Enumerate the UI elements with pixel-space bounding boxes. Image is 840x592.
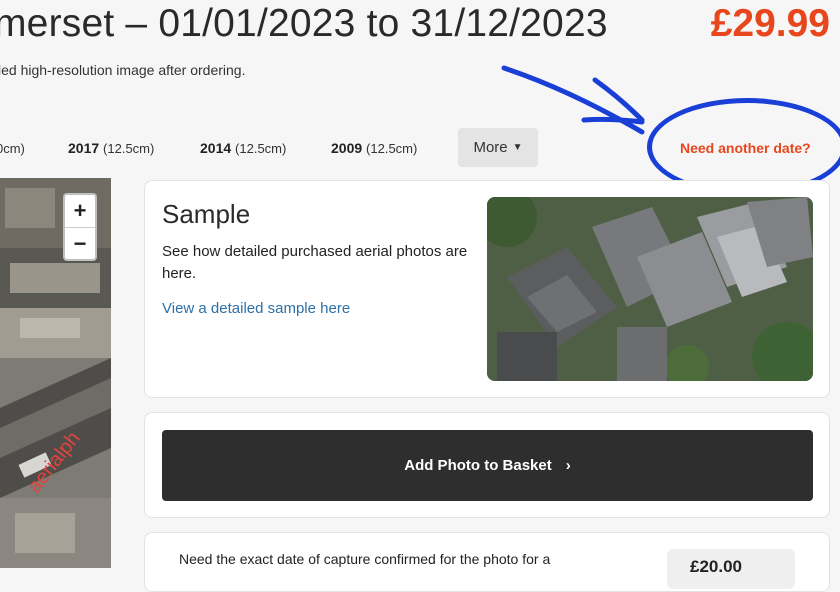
page-title: merset – 01/01/2023 to 31/12/2023 (0, 2, 608, 45)
add-to-basket-button[interactable]: Add Photo to Basket › (162, 430, 813, 501)
zoom-in-button[interactable]: + (65, 195, 95, 227)
page-subtitle: led high-resolution image after ordering… (0, 62, 246, 78)
exact-date-price: £20.00 (690, 557, 742, 576)
exact-date-text: Need the exact date of capture confirmed… (179, 551, 551, 567)
date-option-2009[interactable]: 2009 (12.5cm) (331, 140, 417, 156)
sample-title: Sample (162, 199, 251, 229)
exact-date-card: Need the exact date of capture confirmed… (144, 532, 830, 592)
sample-card: Sample See how detailed purchased aerial… (144, 180, 830, 398)
chevron-right-icon: › (565, 457, 571, 474)
date-option-2014[interactable]: 2014 (12.5cm) (200, 140, 286, 156)
date-option-1[interactable]: 0cm) (0, 140, 25, 156)
caret-down-icon: ▼ (512, 142, 523, 153)
more-dates-button[interactable]: More ▼ (458, 128, 538, 167)
basket-card: Add Photo to Basket › (144, 412, 830, 518)
map-zoom-control: + − (63, 193, 97, 261)
date-option-2017[interactable]: 2017 (12.5cm) (68, 140, 154, 156)
sample-description: See how detailed purchased aerial photos… (162, 243, 468, 282)
zoom-out-button[interactable]: − (65, 227, 95, 260)
sample-link[interactable]: View a detailed sample here (162, 300, 350, 317)
need-another-date-link[interactable]: Need another date? (680, 140, 811, 156)
sample-aerial-image[interactable] (487, 197, 813, 381)
price-label: £29.99 (710, 2, 830, 45)
